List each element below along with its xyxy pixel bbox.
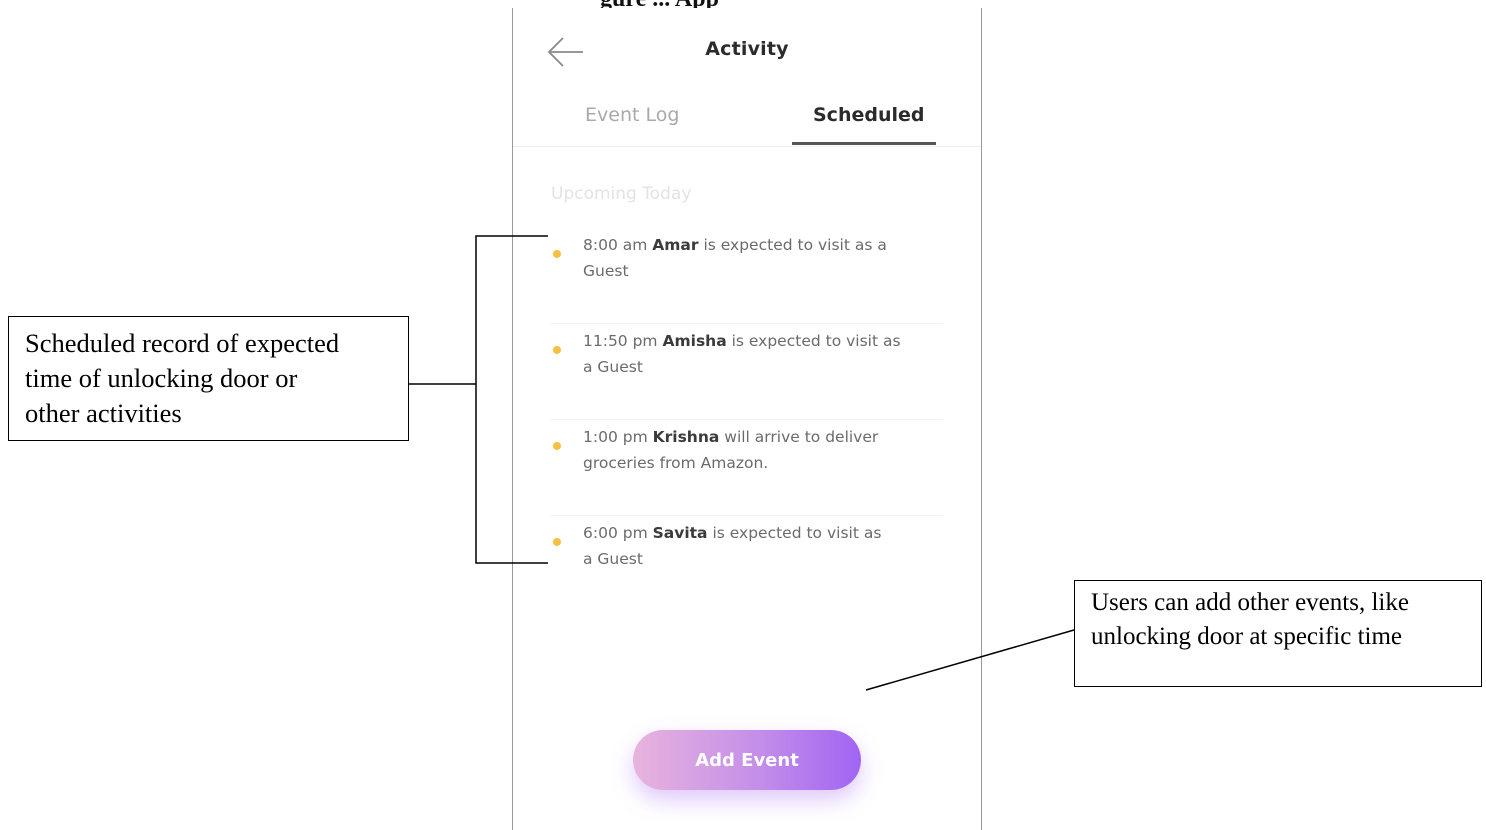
annotation-line: Scheduled record of expected (25, 328, 340, 358)
annotation-line: time of unlocking door or (25, 363, 298, 393)
annotation-text: Scheduled record of expected time of unl… (25, 326, 339, 431)
annotation-line: Users can add other events, like (1091, 589, 1409, 616)
annotation-box-scheduled-record: Scheduled record of expected time of unl… (8, 316, 409, 441)
annotation-line: other activities (25, 398, 182, 428)
right-callout-connector (865, 629, 1075, 691)
annotation-text: Users can add other events, like unlocki… (1091, 586, 1409, 654)
annotation-line: unlocking door at specific time (1091, 623, 1403, 650)
annotation-box-add-events: Users can add other events, like unlocki… (1074, 580, 1482, 687)
left-bracket-line (475, 235, 548, 564)
